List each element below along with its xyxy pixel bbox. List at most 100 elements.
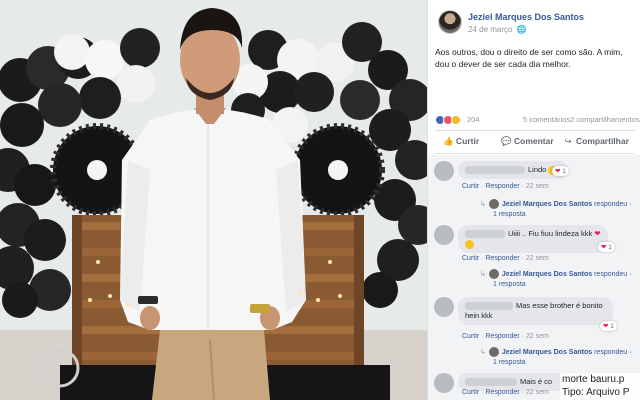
comments-list: Lindo ❤ 1 Curtir · Responder · 22 sem ↳ J… [428,155,640,400]
reaction-count[interactable]: 204 [467,115,480,124]
reactions-summary: 204 5 comentários 2 compartilhamentos [435,114,640,126]
post-panel: Jeziel Marques Dos Santos 24 de março 🌐 … [427,0,640,400]
divider [435,130,635,131]
comment-reaction-count: 1 [562,168,566,175]
reply-verb: respondeu [594,200,628,208]
reply-count[interactable]: 1 resposta [493,281,526,288]
comment: Uiiii .. Fiu fiuu lindeza kkk ❤ ❤ 1 Curt… [434,225,639,295]
heart-icon: ❤ [603,323,609,330]
reply-author: Jeziel Marques Dos Santos [501,348,593,356]
commenter-avatar[interactable] [434,225,454,245]
separator: · [521,183,524,190]
comment-reactions[interactable]: ❤ 1 [552,166,569,176]
commenter-name-blurred[interactable] [465,166,525,175]
source-watermark: morte bauru.p Tipo: Arquivo P [560,373,640,400]
reply-arrow-icon: ↳ [480,270,486,278]
separator: · [481,333,484,340]
separator: · [521,333,524,340]
author-avatar[interactable] [438,10,462,34]
comment: Mas esse brother é bonito hein kkk ❤ 1 C… [434,297,639,375]
separator: · [481,183,484,190]
commenter-avatar[interactable] [434,161,454,181]
reply-arrow-icon: ↳ [480,200,486,208]
comment-reply-link[interactable]: Responder [485,389,519,396]
watermark-line-2: Tipo: Arquivo P [562,387,630,398]
post-date[interactable]: 24 de março 🌐 [468,25,527,34]
reply-author: Jeziel Marques Dos Santos [501,270,593,278]
comment-like-link[interactable]: Curtir [462,389,479,396]
reply-author: Jeziel Marques Dos Santos [501,200,593,208]
comment-bubble: Uiiii .. Fiu fiuu lindeza kkk ❤ [458,225,608,253]
commenter-avatar[interactable] [434,373,454,393]
comment-reactions[interactable]: ❤ 1 [598,242,615,252]
comment-reply-link[interactable]: Responder [485,255,519,262]
comment-like-link[interactable]: Curtir [462,255,479,262]
like-label: Curtir [456,136,480,146]
reply-author-avatar [488,269,499,279]
divider [435,153,635,154]
comment-time[interactable]: 22 sem [526,389,549,396]
comment-reply-link[interactable]: Responder [485,333,519,340]
comment-button[interactable]: 💬 Comentar [501,136,554,147]
share-label: Compartilhar [576,136,629,146]
commenter-name-blurred[interactable] [465,230,505,239]
globe-icon: 🌐 [516,25,527,34]
shares-count[interactable]: 2 compartilhamentos [570,115,640,124]
separator: · [629,200,632,208]
reply-author-avatar [488,347,499,357]
comment: Lindo ❤ 1 Curtir · Responder · 22 sem ↳ J… [434,161,639,221]
separator: · [521,389,524,396]
reply-verb: respondeu [594,348,628,356]
comment-time[interactable]: 22 sem [526,255,549,262]
heart-icon: ❤ [555,168,561,175]
comment-time[interactable]: 22 sem [526,333,549,340]
comment-meta: Curtir · Responder · 22 sem [462,333,549,340]
comment-reply-link[interactable]: Responder [485,183,519,190]
commenter-avatar[interactable] [434,297,454,317]
separator: · [481,389,484,396]
reply-summary[interactable]: ↳ Jeziel Marques Dos Santos respondeu · [480,199,631,210]
comment-time[interactable]: 22 sem [526,183,549,190]
reply-author-avatar [488,199,499,209]
comment-reaction-count: 1 [608,244,612,251]
comment-icon: 💬 [501,136,512,146]
comment-text: Uiiii .. Fiu fiuu lindeza kkk [508,229,593,238]
screenshot: Jeziel Marques Dos Santos 24 de março 🌐 … [0,0,640,400]
reply-verb: respondeu [594,270,628,278]
watermark-line-1: morte bauru.p [562,374,625,385]
party-photo-illustration [0,0,427,400]
comment-text: Mais é co [520,377,553,386]
heart-icon: ❤ [601,244,607,251]
commenter-name-blurred[interactable] [465,302,513,311]
share-button[interactable]: ↪ Compartilhar [563,136,629,147]
separator: · [481,255,484,262]
heart-icon: ❤ [594,229,601,238]
reply-count[interactable]: 1 resposta [493,359,526,366]
author-name[interactable]: Jeziel Marques Dos Santos [468,12,584,22]
reply-count[interactable]: 1 resposta [493,211,526,218]
separator: · [629,348,632,356]
comment-bubble: Mas esse brother é bonito hein kkk [458,297,613,325]
share-icon: ↪ [564,136,572,146]
comment-like-link[interactable]: Curtir [462,183,479,190]
post-date-text[interactable]: 24 de março [468,25,512,34]
post-header: Jeziel Marques Dos Santos 24 de março 🌐 [438,10,638,40]
commenter-name-blurred[interactable] [465,378,517,387]
comment-meta: Curtir · Responder · 22 sem [462,389,549,396]
reaction-icons[interactable] [435,115,465,125]
comment-label: Comentar [514,136,554,146]
post-text: Aos outros, dou o direito de ser como sã… [435,47,623,69]
wow-reaction-icon [451,115,461,125]
comments-count[interactable]: 5 comentários [523,115,570,124]
thumbs-up-icon: 👍 [443,136,454,146]
like-button[interactable]: 👍 Curtir [443,136,479,147]
comment-meta: Curtir · Responder · 22 sem [462,255,549,262]
comment-reactions[interactable]: ❤ 1 [600,321,617,331]
post-photo[interactable] [0,0,427,400]
reply-summary[interactable]: ↳ Jeziel Marques Dos Santos respondeu · [480,269,631,280]
post-actions: 👍 Curtir 💬 Comentar ↪ Compartilhar [435,133,635,151]
separator: · [521,255,524,262]
emoji-icon [465,239,474,249]
comment-like-link[interactable]: Curtir [462,333,479,340]
reply-summary[interactable]: ↳ Jeziel Marques Dos Santos respondeu · [480,347,631,358]
